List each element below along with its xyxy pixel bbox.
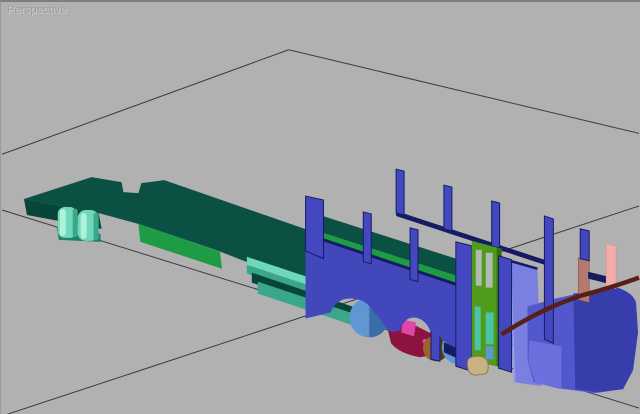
cab-corner-post-left[interactable] [456,242,472,371]
mirror-post-upper [580,229,589,261]
headboard-rack[interactable] [472,241,502,367]
mirror-post[interactable] [578,229,589,303]
rack-slot-blue [486,346,494,359]
cab-corner-post-right[interactable] [499,256,512,372]
far-stake-post[interactable] [492,201,500,248]
viewport-label[interactable]: Perspective [7,4,67,16]
rack-slot-teal [475,307,481,351]
rack-slot-open [476,250,482,286]
fender-right-facet [573,288,638,392]
bumper-highlight [60,209,66,236]
far-stake-post[interactable] [396,169,404,215]
pink-stake-post[interactable] [606,244,616,289]
cad-viewport[interactable]: Perspective [0,0,640,414]
rack-slot-open [486,253,493,288]
far-stake-post[interactable] [444,185,452,231]
tan-bracket[interactable] [467,356,488,375]
bumper-shade [73,209,78,237]
viewport-canvas[interactable] [1,2,640,414]
near-stake-post[interactable] [410,228,418,282]
near-stake-post[interactable] [363,212,371,264]
grid-edge-left [2,50,289,154]
front-corner-post[interactable] [544,216,553,343]
bumper-shade [94,213,99,240]
grid-edge-right [289,50,639,134]
near-stake-post[interactable] [306,196,324,259]
rack-slot-teal [486,312,494,344]
bumper-highlight [81,213,87,239]
